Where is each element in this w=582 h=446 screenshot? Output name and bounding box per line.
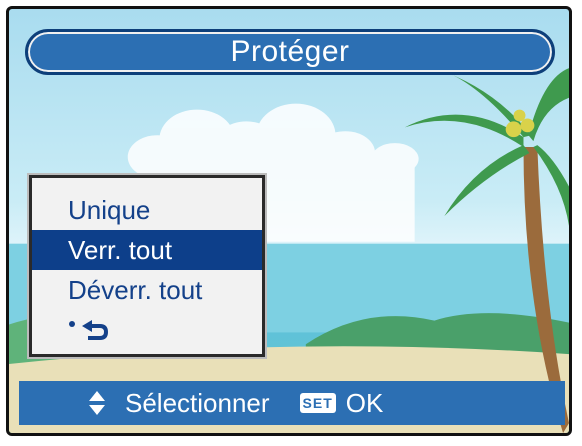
menu-item-unlock-all[interactable]: Déverr. tout xyxy=(32,270,262,310)
menu-item-lock-all[interactable]: Verr. tout xyxy=(32,230,262,270)
select-hint-label: Sélectionner xyxy=(125,387,270,418)
title-bar: Protéger xyxy=(25,29,555,75)
protect-menu: Unique Verr. tout Déverr. tout xyxy=(29,175,265,357)
menu-item-unique[interactable]: Unique xyxy=(32,190,262,230)
ok-hint-label: OK xyxy=(345,387,384,418)
camera-screen: Protéger Unique Verr. tout Déverr. tout … xyxy=(6,6,572,436)
page-title: Protéger xyxy=(230,35,350,68)
up-down-arrows-icon xyxy=(89,388,105,418)
back-arrow-icon xyxy=(69,320,108,340)
menu-item-back[interactable] xyxy=(32,310,262,350)
set-button-badge: SET xyxy=(299,393,336,413)
bottom-hint-bar: Sélectionner SET OK xyxy=(19,381,565,425)
